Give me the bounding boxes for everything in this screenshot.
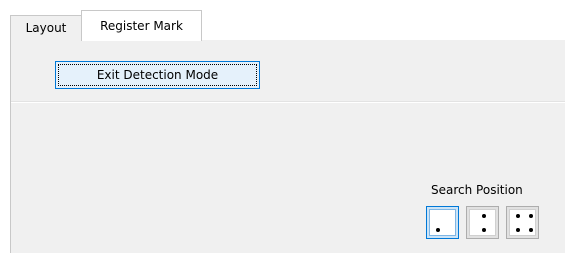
window-frame: Layout Register Mark Exit Detection Mode… (0, 0, 565, 253)
search-position-one-dot-button[interactable] (426, 206, 459, 239)
search-position-two-dot-button[interactable] (466, 206, 499, 239)
four-dot-position-icon (509, 209, 536, 236)
tab-layout-label: Layout (25, 21, 67, 35)
tab-register-mark[interactable]: Register Mark (81, 10, 202, 41)
section-separator (11, 102, 565, 103)
exit-detection-mode-button[interactable]: Exit Detection Mode (55, 61, 260, 89)
register-mark-panel: Exit Detection Mode Search Position (10, 40, 565, 253)
tab-register-mark-label: Register Mark (100, 19, 183, 33)
tab-strip: Layout Register Mark (0, 10, 565, 41)
tab-layout[interactable]: Layout (10, 15, 82, 40)
exit-detection-mode-label: Exit Detection Mode (96, 68, 219, 82)
one-dot-position-icon (429, 209, 456, 236)
search-position-four-dot-button[interactable] (506, 206, 539, 239)
two-dot-vertical-position-icon (469, 209, 496, 236)
search-position-label: Search Position (431, 183, 523, 197)
